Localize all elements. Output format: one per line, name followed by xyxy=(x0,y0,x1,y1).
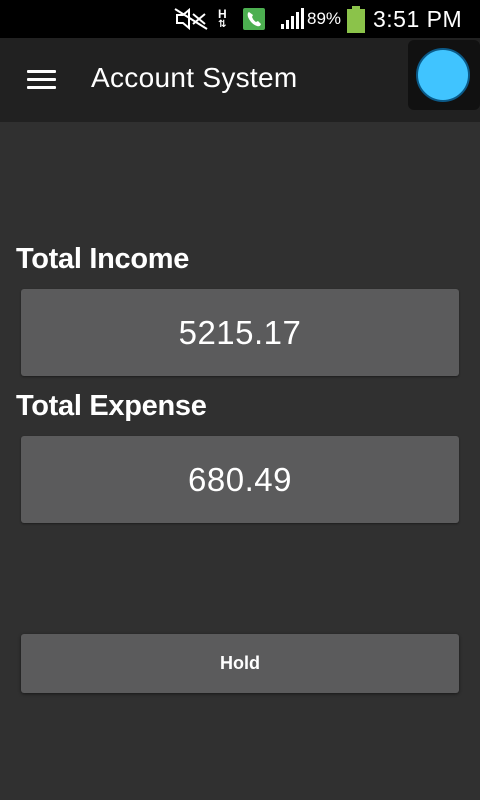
battery-percent: 89% xyxy=(307,9,342,28)
status-time: 3:51 PM xyxy=(373,5,463,32)
status-bar: H ⇅ 89% 3:51 PM xyxy=(0,0,480,38)
data-indicator-text: H xyxy=(218,6,227,21)
fab-container xyxy=(408,40,480,110)
income-value-field: 5215.17 xyxy=(21,289,459,376)
hold-button[interactable]: Hold xyxy=(21,634,459,693)
mute-icon xyxy=(174,0,208,38)
battery-icon xyxy=(346,0,366,38)
expense-value-field: 680.49 xyxy=(21,436,459,523)
toolbar: Account System xyxy=(0,38,480,122)
floating-action-button[interactable] xyxy=(416,48,470,102)
signal-icon xyxy=(280,0,304,38)
expense-label: Total Expense xyxy=(16,390,207,422)
page-title: Account System xyxy=(91,62,298,93)
data-h-icon: H ⇅ xyxy=(218,0,227,38)
data-arrows-icon: ⇅ xyxy=(218,18,227,30)
phone-icon xyxy=(243,0,265,38)
expense-value: 680.49 xyxy=(188,460,292,498)
income-value: 5215.17 xyxy=(178,313,302,351)
app-screen: H ⇅ 89% 3:51 PM Account System Total Inc… xyxy=(0,0,480,800)
hamburger-menu-icon[interactable] xyxy=(27,70,56,90)
income-label: Total Income xyxy=(16,243,190,275)
